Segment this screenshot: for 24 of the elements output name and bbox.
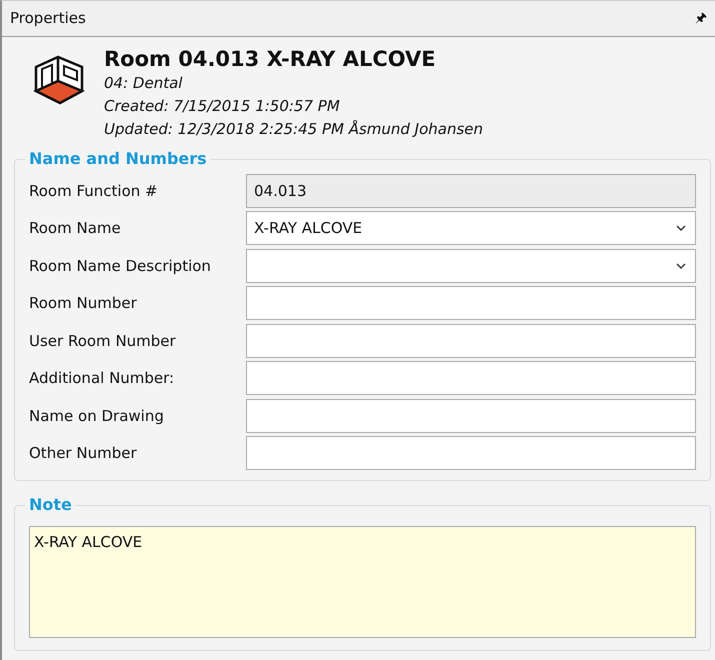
input-field[interactable]	[246, 324, 696, 358]
info-text: Updated: 12/3/2018 2:25:45 PM Åsmund Johansen	[104, 119, 484, 140]
dropdown-field[interactable]: X-RAY ALCOVE	[246, 211, 696, 246]
dropdown-field[interactable]	[246, 248, 696, 283]
field-label: Room Function #	[29, 180, 159, 202]
field-label: Other Number	[29, 443, 138, 464]
input-field[interactable]	[246, 398, 696, 433]
readonly-field: 04.013	[246, 174, 696, 208]
field-label: Room Name Description	[29, 256, 212, 276]
field-label: Name on Drawing	[29, 406, 165, 426]
room-title: Room 04.013 X-RAY ALCOVE	[104, 47, 437, 72]
info-text: Created: 7/15/2015 1:50:57 PM	[104, 96, 341, 118]
input-field[interactable]	[246, 436, 696, 470]
note-field[interactable]: X-RAY ALCOVE	[29, 526, 696, 638]
input-field[interactable]	[246, 361, 696, 396]
info-text: 04: Dental	[104, 73, 184, 94]
pin-button[interactable]: 🖈	[695, 8, 707, 28]
input-field[interactable]	[246, 286, 696, 320]
field-label: Room Number	[29, 293, 138, 314]
room-icon	[32, 53, 86, 107]
field-label: Additional Number:	[29, 368, 176, 389]
panel-title: Properties	[10, 8, 86, 30]
field-label: Room Name	[29, 218, 122, 239]
field-label: User Room Number	[29, 330, 177, 352]
